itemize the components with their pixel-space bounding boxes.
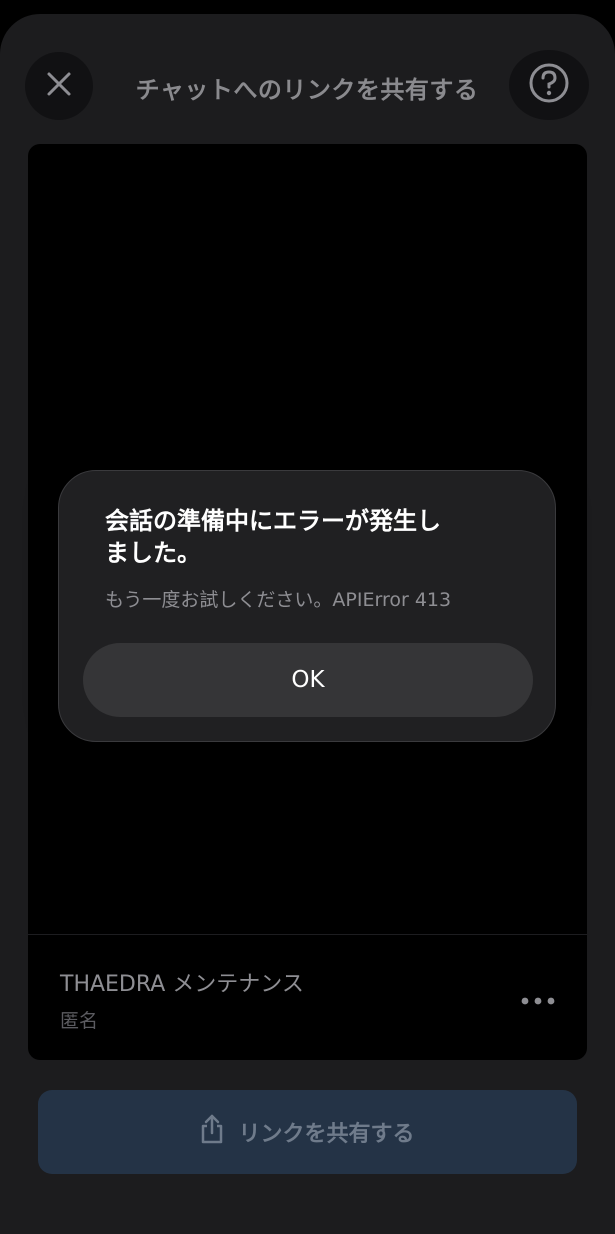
chat-owner: 匿名 [60, 1010, 99, 1032]
share-icon [200, 1114, 224, 1150]
share-link-label: リンクを共有する [238, 1122, 415, 1147]
share-link-button[interactable]: リンクを共有する [38, 1090, 577, 1174]
chat-name: THAEDRA メンテナンス [60, 972, 304, 997]
page-title: チャットへのリンクを共有する [135, 76, 479, 104]
close-button[interactable] [25, 52, 93, 120]
help-button[interactable] [509, 50, 589, 120]
more-horizontal-icon [521, 990, 555, 1009]
more-options-button[interactable] [516, 984, 560, 1014]
divider [28, 934, 587, 935]
ok-button[interactable]: OK [83, 643, 533, 717]
dialog-title: 会話の準備中にエラーが発生しました。 [105, 507, 441, 567]
error-dialog: 会話の準備中にエラーが発生しました。 もう一度お試しください。APIError … [58, 470, 556, 742]
dialog-message: もう一度お試しください。APIError 413 [105, 589, 452, 611]
question-circle-icon [527, 61, 571, 109]
close-icon [46, 71, 72, 101]
